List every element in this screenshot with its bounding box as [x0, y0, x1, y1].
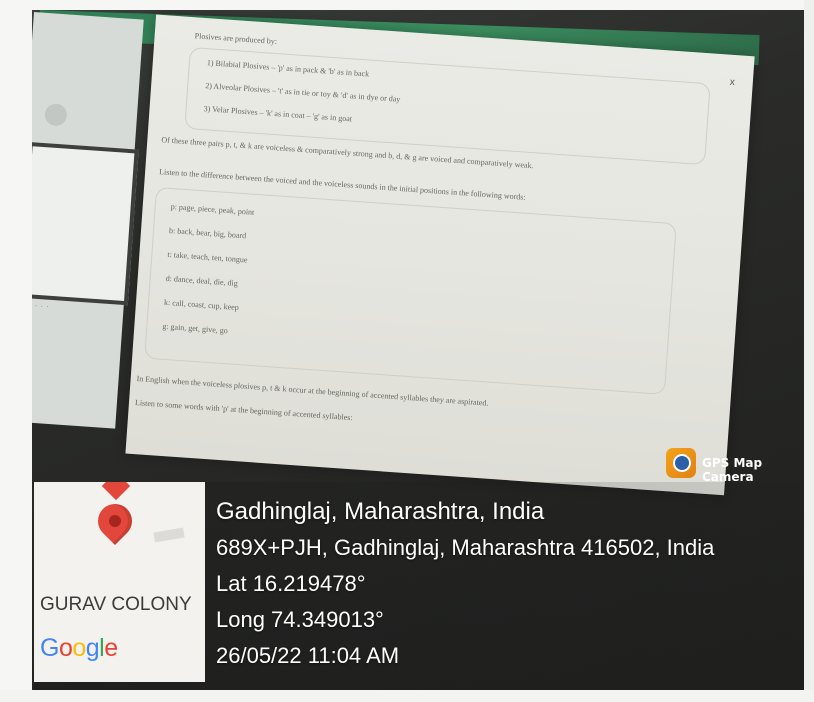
map-road [153, 527, 185, 543]
address-line: 689X+PJH, Gadhinglaj, Maharashtra 416502… [216, 535, 715, 560]
photo-border-top [0, 0, 814, 10]
photo-border-right [804, 0, 814, 702]
screen-content: · · · · · · x Plosives are produced by: … [5, 12, 812, 496]
city-line: Gadhinglaj, Maharashtra, India [216, 498, 545, 525]
map-thumbnail: GURAV COLONY Google [34, 482, 205, 682]
close-icon: x [729, 76, 736, 89]
avatar [44, 103, 68, 127]
doc-heading: Plosives are produced by: [194, 31, 278, 47]
document-page: x Plosives are produced by: 1) Bilabial … [125, 14, 755, 496]
google-logo: Google [40, 634, 118, 662]
photo-background: · · · · · · x Plosives are produced by: … [0, 0, 814, 702]
gps-badge-label: GPS Map Camera [702, 456, 763, 484]
map-pin-icon [90, 496, 140, 546]
examples-box [144, 186, 677, 395]
map-pin-icon [101, 482, 131, 501]
photo-border-bottom [0, 690, 814, 702]
doc-paragraph: Listen to some words with 'p' at the beg… [134, 398, 353, 423]
gps-map-camera-badge: GPS Map Camera [664, 446, 800, 484]
gps-map-camera-icon [666, 448, 696, 478]
map-place-label: GURAV COLONY [40, 594, 192, 615]
slide-thumbnail [18, 141, 139, 306]
longitude-line: Long 74.349013° [216, 607, 384, 632]
location-info: Gadhinglaj, Maharashtra, India 689X+PJH,… [216, 494, 714, 674]
datetime-line: 26/05/22 11:04 AM [216, 643, 400, 668]
latitude-line: Lat 16.219478° [216, 571, 366, 596]
photo-border-left [0, 0, 32, 702]
